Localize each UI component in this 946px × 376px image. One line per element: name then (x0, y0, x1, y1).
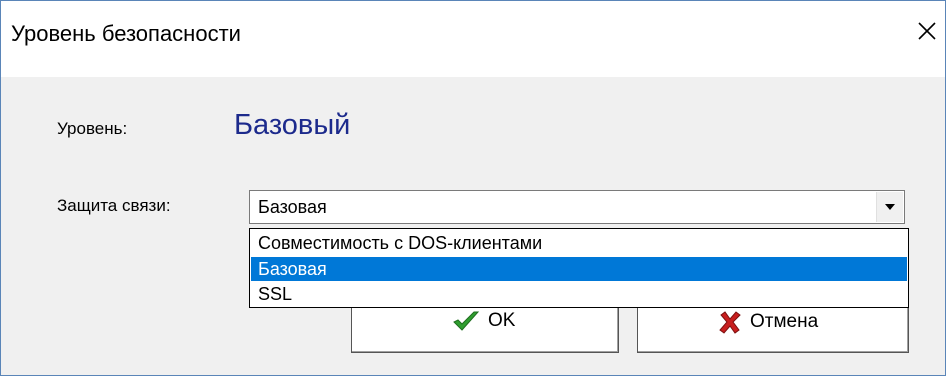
window-title: Уровень безопасности (11, 21, 241, 46)
level-value: Базовый (234, 109, 351, 141)
checkmark-icon (453, 311, 480, 331)
close-button[interactable] (909, 11, 945, 51)
chevron-down-icon (885, 204, 895, 210)
close-icon (918, 22, 936, 40)
red-x-icon (719, 311, 741, 334)
security-level-dialog: Уровень безопасности Уровень: Базовый За… (0, 0, 946, 376)
connection-protection-label: Защита связи: (57, 196, 171, 215)
connection-protection-combobox[interactable]: Базовая (249, 190, 905, 224)
dropdown-option-dos-compat[interactable]: Совместимость с DOS-клиентами (251, 231, 907, 255)
dropdown-arrow-button[interactable] (876, 192, 903, 222)
ok-button-label: OK (488, 310, 516, 331)
protection-dropdown-list: Совместимость с DOS-клиентами Базовая SS… (249, 228, 909, 308)
combobox-selected-value: Базовая (258, 197, 327, 217)
level-label: Уровень: (57, 119, 128, 138)
dropdown-option-ssl[interactable]: SSL (251, 282, 907, 306)
title-bar: Уровень безопасности (1, 1, 945, 77)
cancel-button-label: Отмена (750, 311, 819, 332)
dropdown-option-basic[interactable]: Базовая (251, 257, 907, 281)
